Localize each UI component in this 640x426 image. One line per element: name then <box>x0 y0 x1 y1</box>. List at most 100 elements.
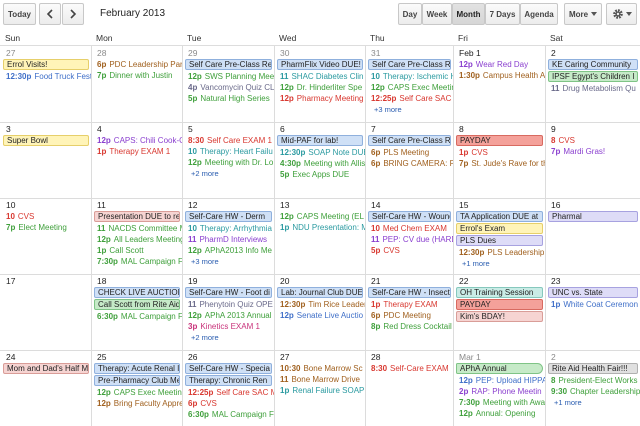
day-number[interactable]: 9 <box>546 123 640 135</box>
day-number[interactable]: 30 <box>275 47 365 59</box>
timed-event[interactable]: 12:30p SOAP Note DUE <box>275 147 365 158</box>
timed-event[interactable]: 10 Therapy: Ischemic H <box>366 71 453 82</box>
timed-event[interactable]: 12p Bring Faculty Appre <box>92 398 182 409</box>
all-day-event[interactable]: PAYDAY <box>456 299 543 310</box>
all-day-event[interactable]: TA Application DUE at <box>456 211 543 222</box>
day-number[interactable]: 4 <box>92 123 182 135</box>
all-day-event[interactable]: Kim's BDAY! <box>456 311 543 322</box>
day-number[interactable]: 2 <box>546 351 640 363</box>
all-day-event[interactable]: Errol's Exam <box>456 223 543 234</box>
day-number[interactable]: 12 <box>183 199 274 211</box>
day-cell[interactable]: 7 Self Care Pre-Class Re 6p PLS Meeting 6p BR… <box>366 123 453 198</box>
all-day-event[interactable]: Self-Care HW - Foot di <box>185 287 272 298</box>
timed-event[interactable]: 1p Renal Failure SOAP <box>275 385 365 396</box>
day-cell[interactable]: 27 Errol Visits! 12:30p Food Truck Fest <box>1 47 91 122</box>
day-number[interactable]: 17 <box>1 275 91 287</box>
view-agenda-button[interactable]: Agenda <box>520 3 558 25</box>
day-number[interactable]: 24 <box>1 351 91 363</box>
timed-event[interactable]: 12p All Leaders Meeting <box>92 234 182 245</box>
day-number[interactable]: 5 <box>183 123 274 135</box>
timed-event[interactable]: 1p Therapy EXAM 1 <box>92 146 182 157</box>
timed-event[interactable]: 6p PLS Meeting <box>366 147 453 158</box>
all-day-event[interactable]: Super Bowl <box>3 135 89 146</box>
day-number[interactable]: 16 <box>546 199 640 211</box>
all-day-event[interactable]: CHECK LIVE AUCTION <box>94 287 180 298</box>
timed-event[interactable]: 8:30 Self-Care EXAM <box>366 363 453 374</box>
timed-event[interactable]: 11 Drug Metabolism Qu <box>546 83 640 94</box>
all-day-event[interactable]: PharmFlix Video DUE! <box>277 59 363 70</box>
timed-event[interactable]: 8:30 Self Care EXAM 1 <box>183 135 274 146</box>
more-events-link[interactable]: +3 more <box>366 104 453 115</box>
timed-event[interactable]: 8 President-Elect Works <box>546 375 640 386</box>
day-number[interactable]: 28 <box>366 351 453 363</box>
all-day-event[interactable]: Call Scott from Rite Aid <box>94 299 180 310</box>
timed-event[interactable]: 12p PEP: Upload HIPPA <box>454 375 545 386</box>
timed-event[interactable]: 12:25pSelf Care SAC M <box>366 93 453 104</box>
view-week-button[interactable]: Week <box>422 3 452 25</box>
day-cell[interactable]: 6 Mid-PAF for lab! 12:30p SOAP Note DUE 4:30… <box>275 123 365 198</box>
timed-event[interactable]: 11 PEP: CV due (HARD <box>366 234 453 245</box>
day-number[interactable]: 31 <box>366 47 453 59</box>
all-day-event[interactable]: Presentation DUE to re <box>94 211 180 222</box>
timed-event[interactable]: 6p PDC Meeting <box>366 310 453 321</box>
day-cell[interactable]: 21 Self-Care HW - Insect I 1p Therapy EXAM 6… <box>366 275 453 350</box>
day-number[interactable]: 25 <box>92 351 182 363</box>
more-events-link[interactable]: +1 more <box>454 258 545 269</box>
timed-event[interactable]: 10:30 Bone Marrow Sc <box>275 363 365 374</box>
day-number[interactable]: 27 <box>275 351 365 363</box>
day-cell[interactable]: 2 Rite Aid Health Fair!!! 8 President-Elect… <box>546 351 640 426</box>
timed-event[interactable]: 10 Med Chem EXAM <box>366 223 453 234</box>
all-day-event[interactable]: Self Care Pre-Class Re <box>368 59 451 70</box>
day-number[interactable]: 23 <box>546 275 640 287</box>
timed-event[interactable]: 8 CVS <box>546 135 640 146</box>
day-cell[interactable]: 18 CHECK LIVE AUCTION Call Scott from Rite… <box>92 275 182 350</box>
day-cell[interactable]: 31 Self Care Pre-Class Re 10 Therapy: Ische… <box>366 47 453 122</box>
timed-event[interactable]: 2p RAP: Phone Meetin <box>454 386 545 397</box>
timed-event[interactable]: 11 Bone Marrow Drive <box>275 374 365 385</box>
more-button[interactable]: More <box>564 3 602 25</box>
timed-event[interactable]: 7:30p MAL Campaign F <box>92 256 182 267</box>
day-number[interactable]: 10 <box>1 199 91 211</box>
timed-event[interactable]: 11 NACDS Committee M <box>92 223 182 234</box>
day-number[interactable]: 28 <box>92 47 182 59</box>
day-cell[interactable]: 4 12p CAPS: Chili Cook-O 1p Therapy EXAM 1 <box>92 123 182 198</box>
view-month-button[interactable]: Month <box>452 3 485 25</box>
timed-event[interactable]: 6p CVS <box>183 398 274 409</box>
day-number[interactable]: 2 <box>546 47 640 59</box>
day-number[interactable]: 21 <box>366 275 453 287</box>
all-day-event[interactable]: Self Care Pre-Class Re <box>185 59 272 70</box>
day-cell[interactable]: 14 Self-Care HW - Wound 10 Med Chem EXAM 11 P… <box>366 199 453 274</box>
timed-event[interactable]: 12:30p Food Truck Fest <box>1 71 91 82</box>
timed-event[interactable]: 11 SHAC Diabetes Clin <box>275 71 365 82</box>
more-events-link[interactable]: +2 more <box>183 168 274 179</box>
settings-button[interactable] <box>606 3 637 25</box>
more-events-link[interactable]: +1 more <box>546 397 640 408</box>
timed-event[interactable]: 1p Call Scott <box>92 245 182 256</box>
all-day-event[interactable]: Self-Care HW - Specia <box>185 363 272 374</box>
day-number[interactable]: 3 <box>1 123 91 135</box>
all-day-event[interactable]: Therapy: Chronic Ren <box>185 375 272 386</box>
day-cell[interactable]: 19 Self-Care HW - Foot di 11 Phenytoin Quiz… <box>183 275 274 350</box>
day-number[interactable]: Mar 1 <box>454 351 545 363</box>
timed-event[interactable]: 12pCAPS Exec Meeting <box>366 82 453 93</box>
timed-event[interactable]: 5p Exec Apps DUE <box>275 169 365 180</box>
more-events-link[interactable]: +2 more <box>183 332 274 343</box>
timed-event[interactable]: 1p White Coat Ceremon <box>546 299 640 310</box>
day-cell[interactable]: 2 KE Caring Community IPSF Egypt's Childre… <box>546 47 640 122</box>
timed-event[interactable]: 7p Dinner with Justin <box>92 70 182 81</box>
day-number[interactable]: Feb 1 <box>454 47 545 59</box>
day-number[interactable]: 29 <box>183 47 274 59</box>
more-events-link[interactable]: +3 more <box>183 256 274 267</box>
day-number[interactable]: 18 <box>92 275 182 287</box>
day-cell[interactable]: 17 <box>1 275 91 350</box>
all-day-event[interactable]: APhA Annual <box>456 363 543 374</box>
all-day-event[interactable]: Rite Aid Health Fair!!! <box>548 363 638 374</box>
timed-event[interactable]: 12p APhA2013 Info Me <box>183 245 274 256</box>
timed-event[interactable]: 12:30pTim Rice Leadersh <box>275 299 365 310</box>
timed-event[interactable]: 10 Therapy: Heart Failu <box>183 146 274 157</box>
timed-event[interactable]: 12p APhA 2013 Annual <box>183 310 274 321</box>
timed-event[interactable]: 6p BRING CAMERA: PD <box>366 158 453 169</box>
timed-event[interactable]: 5p CVS <box>366 245 453 256</box>
day-cell[interactable]: 11 Presentation DUE to re 11 NACDS Committe… <box>92 199 182 274</box>
view-7days-button[interactable]: 7 Days <box>485 3 520 25</box>
